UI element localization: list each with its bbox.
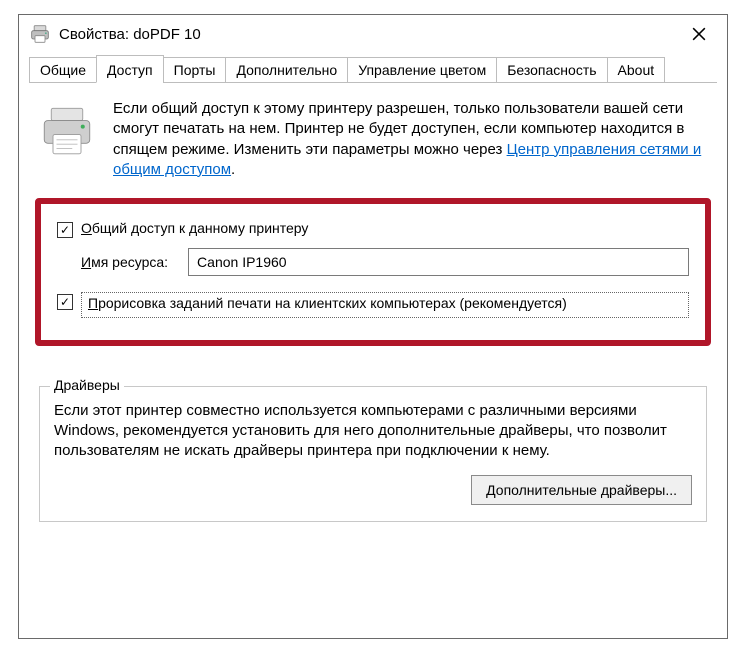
tab-sharing[interactable]: Доступ xyxy=(96,55,164,83)
render-client-checkbox[interactable]: ✓ xyxy=(57,294,73,310)
sharing-info-text: Если общий доступ к этому принтеру разре… xyxy=(113,99,707,180)
tab-ports[interactable]: Порты xyxy=(163,57,227,83)
drivers-groupbox: Драйверы Если этот принтер совместно исп… xyxy=(39,386,707,523)
tab-color-management[interactable]: Управление цветом xyxy=(347,57,497,83)
additional-drivers-button[interactable]: Дополнительные драйверы... xyxy=(471,475,692,505)
share-printer-checkbox[interactable]: ✓ xyxy=(57,222,73,238)
share-name-input[interactable] xyxy=(188,248,689,276)
share-printer-label: Общий доступ к данному принтеру xyxy=(81,220,308,236)
tab-general[interactable]: Общие xyxy=(29,57,97,83)
titlebar: Свойства: doPDF 10 xyxy=(19,15,727,53)
tab-security[interactable]: Безопасность xyxy=(496,57,607,83)
printer-properties-dialog: Свойства: doPDF 10 Общие Доступ Порты До… xyxy=(18,14,728,639)
sharing-settings-block: ✓ Общий доступ к данному принтеру Имя ре… xyxy=(35,198,711,346)
tab-page-sharing: Если общий доступ к этому принтеру разре… xyxy=(19,83,727,638)
drivers-group-title: Драйверы xyxy=(50,377,124,393)
window-title: Свойства: doPDF 10 xyxy=(59,26,677,43)
close-button[interactable] xyxy=(677,19,721,49)
close-icon xyxy=(692,27,706,41)
tab-about[interactable]: About xyxy=(607,57,666,83)
share-name-label: Имя ресурса: xyxy=(81,254,168,270)
drivers-info-text: Если этот принтер совместно используется… xyxy=(54,401,692,462)
tab-advanced[interactable]: Дополнительно xyxy=(225,57,348,83)
render-client-label: Прорисовка заданий печати на клиентских … xyxy=(81,292,689,318)
printer-icon xyxy=(39,103,95,159)
info-text-after: . xyxy=(231,161,235,178)
printer-titlebar-icon xyxy=(29,23,51,45)
tabstrip: Общие Доступ Порты Дополнительно Управле… xyxy=(19,53,727,83)
